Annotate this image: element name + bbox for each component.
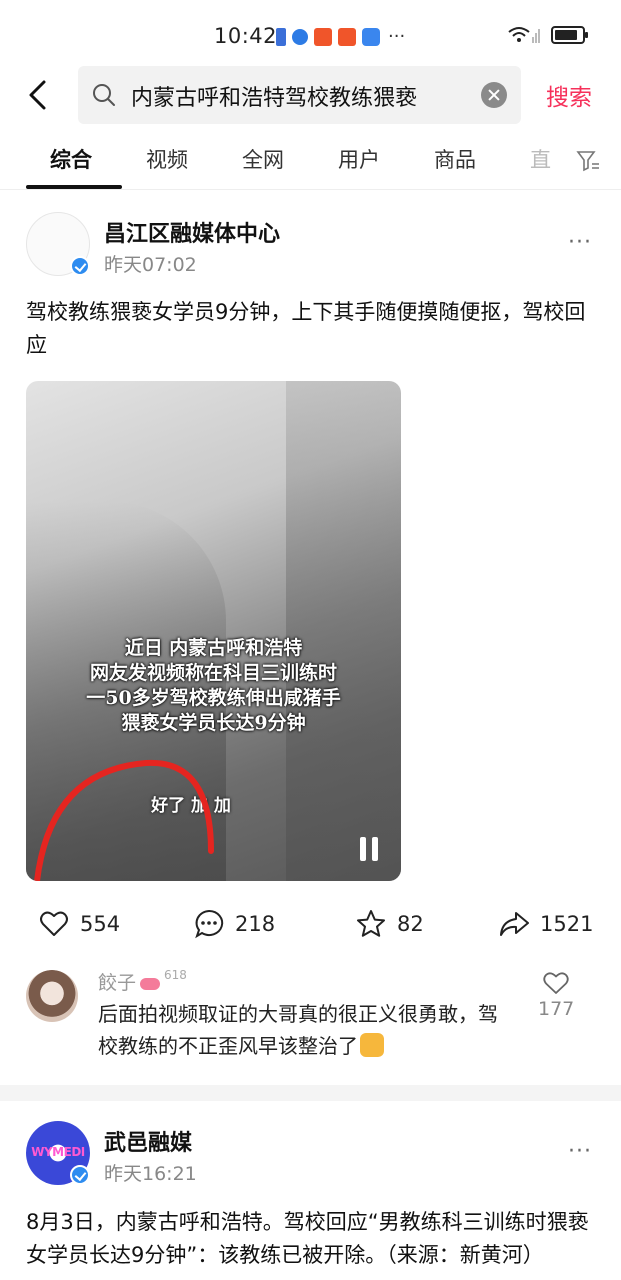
post-text[interactable]: 驾校教练猥亵女学员9分钟，上下其手随便摸随便抠，驾校回应 (26, 296, 596, 362)
post-time: 昨天07:02 (104, 254, 197, 276)
video-player[interactable]: 近日 内蒙古呼和浩特 网友发视频称在科目三训练时 一50多岁驾校教练伸出咸猪手 … (26, 381, 401, 881)
search-query[interactable]: 内蒙古呼和浩特驾校教练猥亵 (131, 80, 461, 112)
like-button[interactable]: 554 (38, 908, 120, 940)
red-circle-annotation (34, 759, 214, 881)
comment-heart-icon[interactable] (542, 970, 570, 996)
search-input[interactable]: 内蒙古呼和浩特驾校教练猥亵 (78, 66, 521, 124)
verified-icon (70, 256, 90, 276)
notification-icons: ··· (276, 26, 405, 47)
app-notification-icon (276, 27, 286, 46)
app-notification-icon (338, 27, 356, 46)
post-actions: 554 218 82 1521 (0, 900, 621, 948)
comment-button[interactable]: 218 (193, 908, 275, 940)
author-name[interactable]: 昌江区融媒体中心 (104, 216, 280, 248)
comment-text: 后面拍视频取证的大哥真的很正义很勇敢，驾校教练的不正歪风早该整治了 (98, 998, 508, 1062)
heart-icon (40, 911, 68, 936)
comment-badge: 618 (164, 968, 187, 982)
search-tabs: 综合 视频 全网 用户 商品 直 (0, 130, 621, 190)
star-icon (357, 910, 385, 937)
more-notifications: ··· (388, 26, 406, 47)
search-header: 内蒙古呼和浩特驾校教练猥亵 搜索 (0, 66, 621, 124)
caption-line: 一50多岁驾校教练伸出咸猪手 (86, 687, 341, 709)
clear-icon[interactable] (481, 82, 507, 108)
lips-icon (140, 977, 161, 990)
comment-like-count: 177 (538, 998, 575, 1020)
comment-count: 218 (235, 912, 276, 936)
caption-line: 近日 内蒙古呼和浩特 (124, 637, 303, 659)
avatar-logo-text: WYMEDI (31, 1145, 85, 1159)
video-caption: 近日 内蒙古呼和浩特 网友发视频称在科目三训练时 一50多岁驾校教练伸出咸猪手 … (26, 636, 401, 736)
cloud-icon (362, 27, 380, 46)
tab-web[interactable]: 全网 (242, 144, 284, 174)
active-tab-indicator (26, 185, 122, 189)
verified-icon (70, 1165, 90, 1185)
back-button[interactable] (22, 78, 56, 112)
comment-user[interactable]: 餃子 618 (98, 968, 187, 995)
more-options-button[interactable]: ··· (568, 1139, 592, 1164)
tab-comprehensive[interactable]: 综合 (50, 144, 92, 174)
thumbs-up-icon (360, 1033, 384, 1057)
share-count: 1521 (540, 912, 594, 936)
caption-line: 网友发视频称在科目三训练时 (89, 662, 337, 684)
share-button[interactable]: 1521 (498, 908, 593, 940)
post-time: 昨天16:21 (104, 1163, 197, 1185)
favorite-count: 82 (397, 912, 424, 936)
share-icon (500, 912, 529, 936)
post-text[interactable]: 8月3日，内蒙古呼和浩特。驾校回应“男教练科三训练时猥亵女学员长达9分钟”：该教… (26, 1206, 596, 1272)
app-notification-icon (314, 27, 332, 46)
status-bar: 10:42 ··· (0, 0, 621, 68)
app-notification-icon (292, 28, 308, 45)
favorite-button[interactable]: 82 (355, 908, 424, 940)
search-button[interactable]: 搜索 (546, 78, 592, 112)
more-options-button[interactable]: ··· (568, 230, 592, 255)
tab-video[interactable]: 视频 (146, 144, 188, 174)
like-count: 554 (80, 912, 121, 936)
comment-body: 后面拍视频取证的大哥真的很正义很勇敢，驾校教练的不正歪风早该整治了 (98, 1002, 498, 1058)
battery-icon (551, 26, 588, 44)
wifi-icon (508, 27, 540, 43)
tab-live[interactable]: 直 (530, 144, 551, 174)
comment-icon (195, 909, 224, 939)
pause-icon[interactable] (358, 837, 380, 861)
post-divider (0, 1085, 621, 1101)
tab-users[interactable]: 用户 (338, 144, 380, 174)
filter-icon[interactable] (576, 150, 600, 172)
search-icon (93, 84, 115, 106)
comment-avatar[interactable] (26, 970, 78, 1022)
status-time: 10:42 (214, 24, 278, 48)
caption-line: 猥亵女学员长达9分钟 (121, 712, 306, 734)
author-name[interactable]: 武邑融媒 (104, 1125, 192, 1157)
system-icons (507, 25, 588, 45)
tab-products[interactable]: 商品 (434, 144, 476, 174)
comment-username[interactable]: 餃子 (98, 972, 136, 994)
